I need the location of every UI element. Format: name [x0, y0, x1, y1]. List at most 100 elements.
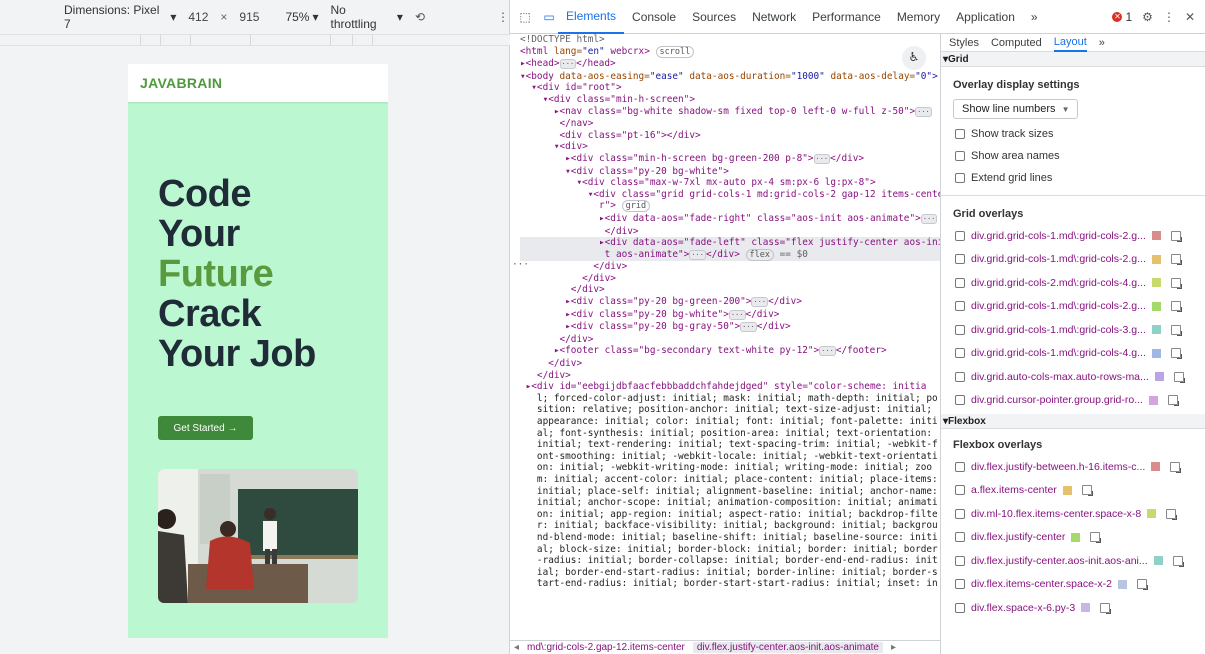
- color-swatch[interactable]: [1062, 485, 1072, 495]
- color-swatch[interactable]: [1148, 395, 1158, 405]
- overlay-item[interactable]: div.flex.items-center.space-x-2: [941, 573, 1205, 597]
- dom-line[interactable]: </div>: [520, 273, 940, 285]
- dom-line[interactable]: ▸<div class="py-20 bg-white"> ··· </div>: [520, 309, 940, 322]
- color-swatch[interactable]: [1151, 278, 1161, 288]
- overlay-item[interactable]: div.grid.grid-cols-1.md\:grid-cols-2.g..…: [941, 248, 1205, 272]
- color-swatch[interactable]: [1151, 231, 1161, 241]
- inline-style-line[interactable]: on: initial; -webkit-writing-mode: initi…: [520, 462, 940, 474]
- inline-style-line[interactable]: tart-end-radius: initial; border-start-s…: [520, 578, 940, 590]
- zoom-dropdown[interactable]: 75% ▾: [285, 10, 318, 24]
- flex-badge[interactable]: flex: [745, 248, 774, 261]
- more-tabs-button[interactable]: »: [1023, 0, 1046, 34]
- ellipsis-icon[interactable]: ···: [751, 297, 769, 308]
- tab-performance[interactable]: Performance: [804, 0, 889, 34]
- more-options-icon[interactable]: ⋮: [1163, 10, 1175, 24]
- inline-style-line[interactable]: r: initial; backface-visibility: initial…: [520, 520, 940, 532]
- breadcrumb-scroll-right-icon[interactable]: ▸: [891, 642, 896, 653]
- overlay-item[interactable]: div.grid.cursor-pointer.group.grid-ro...: [941, 389, 1205, 413]
- overlay-item[interactable]: div.flex.justify-center.aos-init.aos-ani…: [941, 549, 1205, 573]
- dom-line[interactable]: ▾<div class="py-20 bg-white">: [520, 166, 940, 178]
- tab-application[interactable]: Application: [948, 0, 1023, 34]
- reveal-element-icon[interactable]: [1170, 301, 1182, 313]
- checkbox-icon[interactable]: [955, 555, 965, 566]
- inline-style-line[interactable]: ial; border-end-start-radius: initial; b…: [520, 567, 940, 579]
- dom-line[interactable]: ▸<div class="min-h-screen bg-green-200 p…: [520, 153, 940, 166]
- inline-style-line[interactable]: initial; place-self: initial; alignment-…: [520, 486, 940, 498]
- show-track-sizes-checkbox[interactable]: Show track sizes: [941, 123, 1205, 145]
- reveal-element-icon[interactable]: [1081, 485, 1093, 497]
- color-swatch[interactable]: [1151, 325, 1161, 335]
- height-input[interactable]: 915: [239, 10, 259, 24]
- overlay-item[interactable]: div.grid.grid-cols-2.md\:grid-cols-4.g..…: [941, 271, 1205, 295]
- inline-style-line[interactable]: al; font-synthesis: initial; position-ar…: [520, 428, 940, 440]
- inline-style-line[interactable]: on: initial; app-region: initial; aspect…: [520, 509, 940, 521]
- throttling-dropdown[interactable]: No throttling ▾: [331, 3, 403, 31]
- tab-network[interactable]: Network: [744, 0, 804, 34]
- overlay-item[interactable]: div.flex.space-x-6.py-3: [941, 596, 1205, 620]
- dom-line[interactable]: </div>: [520, 334, 940, 346]
- tab-layout[interactable]: Layout: [1053, 34, 1087, 52]
- checkbox-icon[interactable]: [955, 324, 965, 335]
- dom-line-selected[interactable]: ▸<div data-aos="fade-left" class="flex j…: [520, 237, 940, 249]
- dom-line[interactable]: ▸<div class="py-20 bg-gray-50"> ··· </div>: [520, 321, 940, 334]
- row-menu-icon[interactable]: ···: [512, 259, 529, 271]
- reveal-element-icon[interactable]: [1173, 371, 1185, 383]
- overlay-item[interactable]: div.grid.auto-cols-max.auto-rows-ma...: [941, 365, 1205, 389]
- checkbox-icon[interactable]: [955, 301, 965, 312]
- overlay-item[interactable]: div.grid.grid-cols-1.md\:grid-cols-4.g..…: [941, 342, 1205, 366]
- ellipsis-icon[interactable]: ···: [740, 322, 757, 333]
- dom-line[interactable]: ▾<div class="min-h-screen">: [520, 94, 940, 106]
- grid-section-header[interactable]: ▾ Grid: [941, 52, 1205, 67]
- color-swatch[interactable]: [1118, 579, 1128, 589]
- dom-line[interactable]: </div>: [520, 226, 940, 238]
- inline-style-line[interactable]: ont-smoothing: initial; -webkit-locale: …: [520, 451, 940, 463]
- inline-style-line[interactable]: sition: relative; position-anchor: initi…: [520, 404, 940, 416]
- grid-badge[interactable]: grid: [621, 200, 651, 213]
- reveal-element-icon[interactable]: [1100, 602, 1112, 614]
- dom-line[interactable]: </div>: [520, 284, 940, 296]
- tab-elements[interactable]: Elements: [558, 0, 625, 34]
- reveal-element-icon[interactable]: [1167, 395, 1179, 407]
- ellipsis-icon[interactable]: ···: [920, 213, 938, 224]
- inline-style-line[interactable]: initial; text-rendering: initial; text-s…: [520, 439, 940, 451]
- reveal-element-icon[interactable]: [1170, 230, 1182, 242]
- dom-line[interactable]: ▸<footer class="bg-secondary text-white …: [520, 345, 940, 358]
- color-swatch[interactable]: [1071, 532, 1081, 542]
- dom-line[interactable]: ▸<head> ··· </head>: [520, 58, 940, 71]
- overlay-item[interactable]: div.flex.justify-center: [941, 526, 1205, 550]
- reveal-element-icon[interactable]: [1170, 348, 1182, 360]
- reveal-element-icon[interactable]: [1170, 324, 1182, 336]
- color-swatch[interactable]: [1151, 348, 1161, 358]
- inline-style-line[interactable]: initial; anchor-scope: initial; animatio…: [520, 497, 940, 509]
- dom-line[interactable]: ▾<div class="max-w-7xl mx-auto px-4 sm:p…: [520, 177, 940, 189]
- accessibility-icon[interactable]: ♿: [902, 46, 926, 70]
- checkbox-icon[interactable]: [955, 254, 965, 265]
- site-logo[interactable]: JAVABRAIN: [140, 75, 222, 91]
- dom-line[interactable]: </nav>: [520, 118, 940, 130]
- tab-console[interactable]: Console: [624, 0, 684, 34]
- tab-computed[interactable]: Computed: [991, 37, 1042, 49]
- show-area-names-checkbox[interactable]: Show area names: [941, 145, 1205, 167]
- get-started-button[interactable]: Get Started →: [158, 416, 253, 440]
- checkbox-icon[interactable]: [955, 230, 965, 241]
- dom-line[interactable]: ▸<div id="eebgijdbfaacfebbbaddchfahdejdg…: [520, 381, 940, 393]
- checkbox-icon[interactable]: [955, 395, 965, 406]
- checkbox-icon[interactable]: [955, 485, 965, 496]
- close-icon[interactable]: ✕: [1185, 10, 1195, 24]
- inline-style-line[interactable]: al; block-size: initial; border-block: i…: [520, 544, 940, 556]
- reveal-element-icon[interactable]: [1170, 254, 1182, 266]
- dom-line[interactable]: ▾<body data-aos-easing="ease" data-aos-d…: [520, 71, 940, 83]
- tab-styles[interactable]: Styles: [949, 37, 979, 49]
- checkbox-icon[interactable]: [955, 602, 965, 613]
- overlay-item[interactable]: div.grid.grid-cols-1.md\:grid-cols-2.g..…: [941, 224, 1205, 248]
- checkbox-icon[interactable]: [955, 277, 965, 288]
- inspect-element-icon[interactable]: ⬚: [516, 10, 534, 24]
- reveal-element-icon[interactable]: [1166, 508, 1178, 520]
- dom-line[interactable]: </div>: [520, 370, 940, 382]
- dom-line[interactable]: ▸<div data-aos="fade-right" class="aos-i…: [520, 213, 940, 226]
- dom-line[interactable]: ▾<div>: [520, 141, 940, 153]
- line-numbers-dropdown[interactable]: Show line numbers ▼: [953, 99, 1079, 119]
- breadcrumb-item[interactable]: md\:grid-cols-2.gap-12.items-center: [527, 642, 685, 653]
- checkbox-icon[interactable]: [955, 348, 965, 359]
- overlay-item[interactable]: div.flex.justify-between.h-16.items-c...: [941, 455, 1205, 479]
